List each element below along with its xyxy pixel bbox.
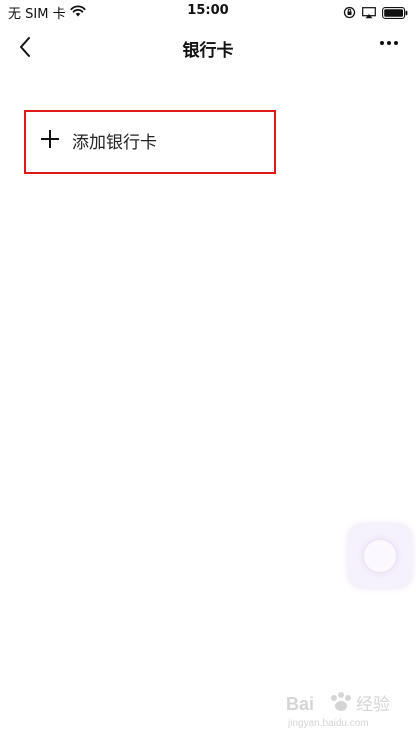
status-right bbox=[343, 4, 408, 23]
add-bank-card-label: 添加银行卡 bbox=[72, 133, 157, 153]
more-dots-icon bbox=[380, 41, 398, 45]
airplay-icon bbox=[362, 4, 376, 23]
add-bank-card-button[interactable]: 添加银行卡 bbox=[24, 110, 276, 174]
battery-icon bbox=[382, 4, 408, 23]
floating-button-core bbox=[364, 540, 396, 572]
status-bar: 无 SIM 卡 15:00 bbox=[0, 0, 416, 24]
rotation-lock-icon bbox=[343, 4, 356, 23]
svg-text:Bai: Bai bbox=[286, 694, 314, 714]
plus-icon bbox=[41, 130, 59, 148]
svg-text:经验: 经验 bbox=[356, 695, 390, 715]
page-title: 银行卡 bbox=[182, 41, 234, 61]
more-button[interactable] bbox=[380, 41, 398, 45]
navigation-bar: 银行卡 bbox=[0, 24, 416, 68]
baidu-jingyan-watermark: Bai 经验 jingyan.baidu.com bbox=[284, 688, 404, 730]
floating-assistive-button[interactable] bbox=[348, 524, 412, 588]
svg-text:jingyan.baidu.com: jingyan.baidu.com bbox=[287, 718, 369, 729]
